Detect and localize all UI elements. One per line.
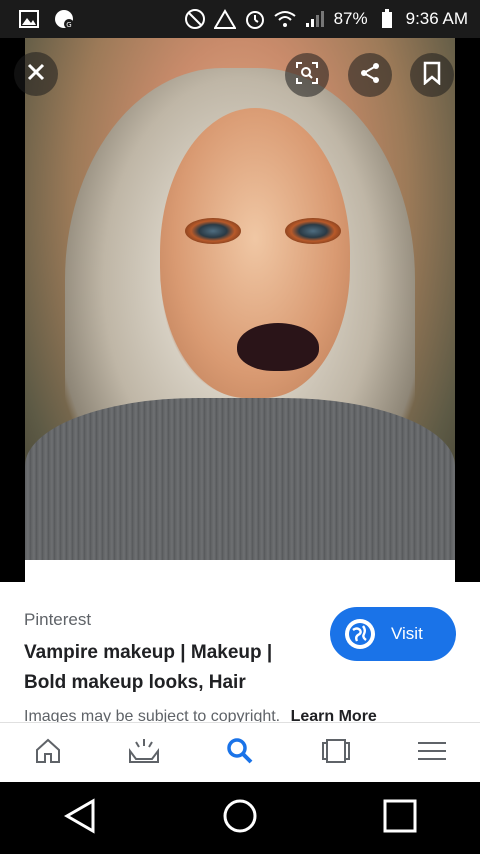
updates-icon (128, 737, 160, 770)
tabs-icon (320, 737, 352, 770)
sweater-shape (25, 398, 455, 560)
back-icon (63, 797, 97, 839)
visit-button[interactable]: Visit (330, 607, 456, 661)
warning-icon (213, 8, 236, 30)
alarm-icon (244, 8, 266, 30)
bookmark-icon (423, 61, 441, 90)
gallery-icon (18, 8, 40, 30)
svg-text:G: G (66, 21, 71, 29)
copyright-text: Images may be subject to copyright. (24, 708, 281, 722)
notification-icon: G (54, 8, 76, 30)
system-navigation (0, 782, 480, 854)
result-image[interactable] (25, 38, 455, 560)
left-eye-shape (185, 218, 241, 244)
nav-home[interactable] (18, 723, 78, 783)
clock: 9:36 AM (405, 9, 468, 28)
home-circle-icon (222, 798, 258, 839)
copyright-notice: Images may be subject to copyright. Lear… (24, 708, 377, 722)
close-button[interactable] (14, 52, 58, 96)
lens-search-icon (295, 61, 319, 90)
signal-icon (304, 8, 326, 30)
battery-percentage: 87% (333, 9, 368, 28)
right-eye-shape (285, 218, 341, 244)
lips-shape (237, 323, 319, 371)
nav-menu[interactable] (402, 723, 462, 783)
home-icon (34, 737, 62, 770)
visit-label: Visit (391, 624, 423, 643)
status-bar: G 87% 9:36 AM (0, 0, 480, 38)
wifi-icon (273, 8, 296, 30)
share-icon (358, 61, 382, 90)
close-icon (26, 62, 46, 87)
do-not-disturb-icon (184, 8, 206, 30)
globe-icon (345, 619, 375, 649)
bookmark-button[interactable] (410, 53, 454, 97)
nav-updates[interactable] (114, 723, 174, 783)
system-home-button[interactable] (210, 788, 270, 848)
learn-more-link[interactable]: Learn More (291, 708, 377, 722)
result-info-panel: Pinterest Vampire makeup | Makeup | Bold… (0, 582, 480, 722)
source-site[interactable]: Pinterest (24, 610, 91, 630)
image-footer-strip (25, 560, 455, 582)
result-title[interactable]: Vampire makeup | Makeup | Bold makeup lo… (24, 638, 314, 698)
battery-icon (376, 8, 398, 30)
share-button[interactable] (348, 53, 392, 97)
nav-search[interactable] (210, 723, 270, 783)
recents-icon (383, 799, 417, 838)
bottom-navigation (0, 722, 480, 783)
menu-icon (417, 740, 447, 767)
system-recents-button[interactable] (370, 788, 430, 848)
image-viewer (0, 38, 480, 582)
system-back-button[interactable] (50, 788, 110, 848)
lens-search-button[interactable] (285, 53, 329, 97)
nav-tabs[interactable] (306, 723, 366, 783)
search-icon (226, 737, 254, 770)
